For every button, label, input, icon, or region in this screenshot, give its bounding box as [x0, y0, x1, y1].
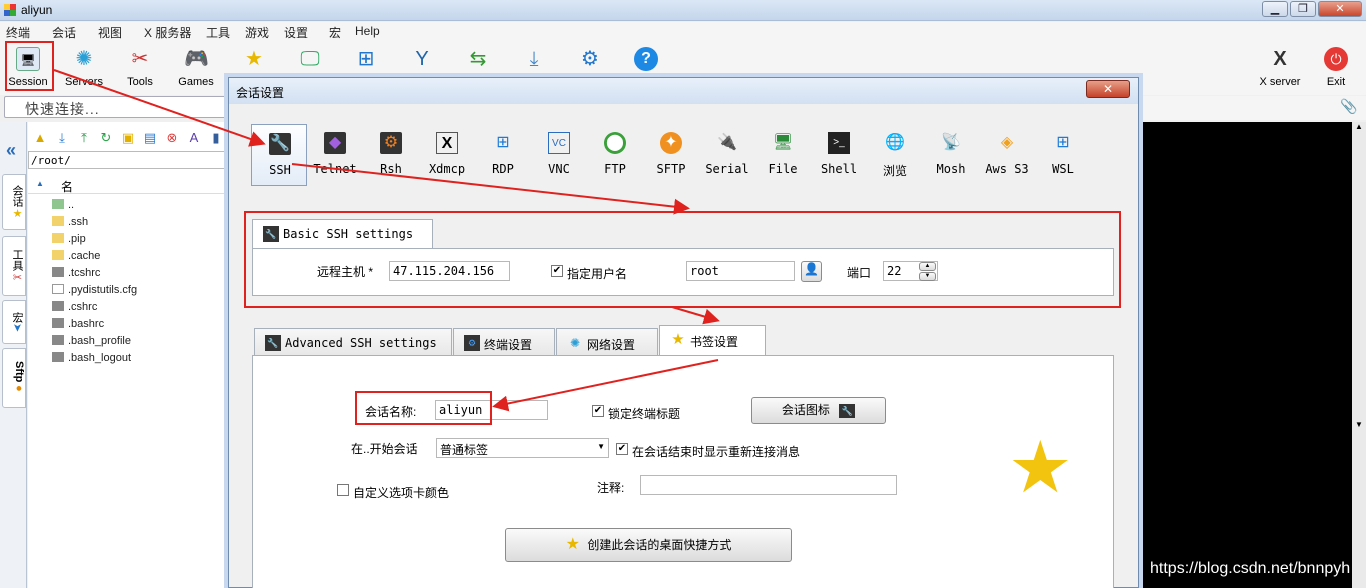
annotation-arrows — [53, 69, 720, 412]
